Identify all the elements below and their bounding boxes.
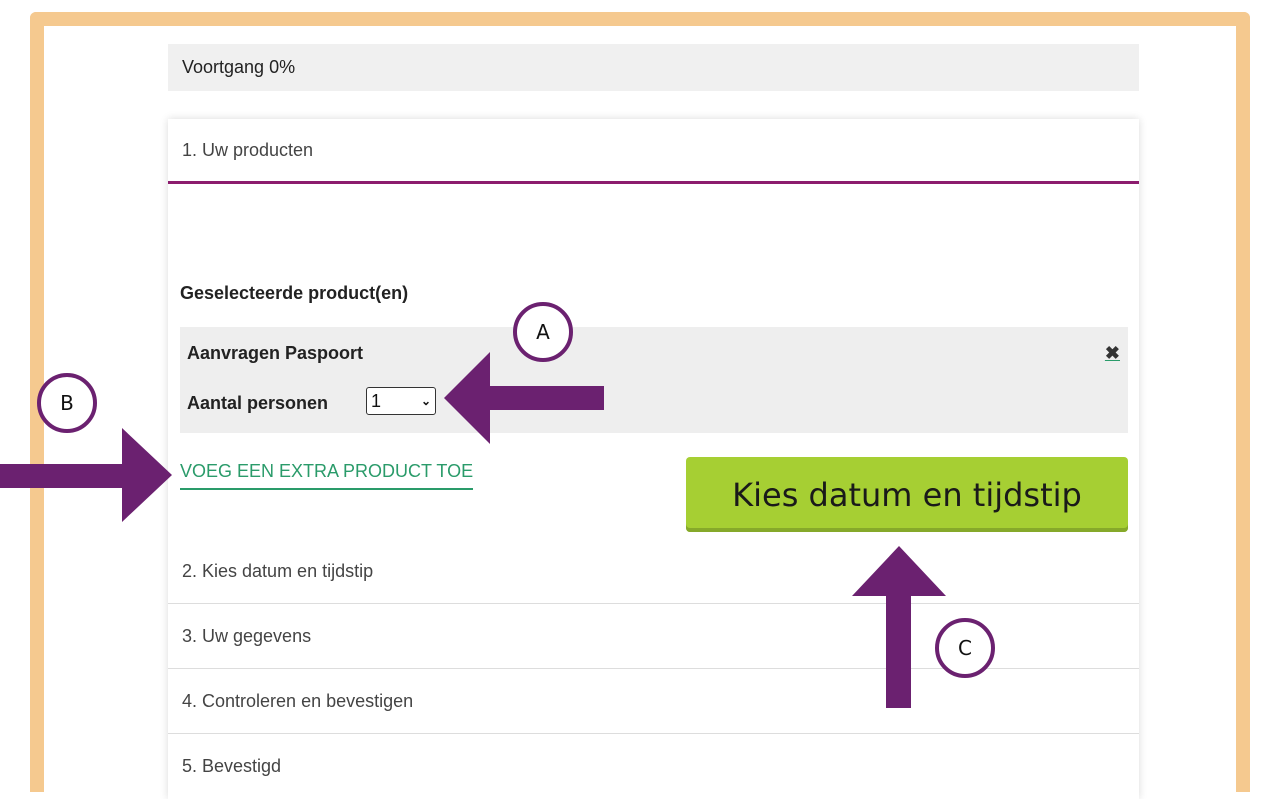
selected-product-item: Aanvragen Paspoort ✖ Aantal personen 1 ⌄ <box>180 327 1128 433</box>
step-5-label: 5. Bevestigd <box>182 756 282 776</box>
step-1-label: 1. Uw producten <box>182 139 314 160</box>
marker-c-label: C <box>958 636 972 660</box>
arrow-c-icon <box>852 546 946 708</box>
step-4-header[interactable]: 4. Controleren en bevestigen <box>168 669 1139 734</box>
progress-label: Voortgang 0% <box>182 57 296 77</box>
step-5-header[interactable]: 5. Bevestigd <box>168 734 1139 799</box>
product-name: Aanvragen Paspoort <box>187 343 364 363</box>
progress-bar: Voortgang 0% <box>168 44 1139 91</box>
step-3-header[interactable]: 3. Uw gegevens <box>168 604 1139 669</box>
chevron-down-icon: ⌄ <box>420 394 431 408</box>
persons-label: Aantal personen <box>187 393 329 413</box>
persons-select[interactable]: 1 ⌄ <box>366 387 436 415</box>
marker-c: C <box>935 618 995 678</box>
marker-b-label: B <box>60 391 74 415</box>
step-3-label: 3. Uw gegevens <box>182 625 312 646</box>
marker-b: B <box>37 373 97 433</box>
choose-date-time-button[interactable]: Kies datum en tijdstip <box>686 457 1128 532</box>
arrow-b-icon <box>0 428 172 522</box>
add-extra-product-link[interactable]: VOEG EEN EXTRA PRODUCT TOE <box>180 461 474 490</box>
step-2-header[interactable]: 2. Kies datum en tijdstip <box>168 539 1139 604</box>
step-4-label: 4. Controleren en bevestigen <box>182 690 414 711</box>
step-2-label: 2. Kies datum en tijdstip <box>182 560 374 581</box>
persons-select-value: 1 <box>371 390 382 411</box>
remove-product-icon[interactable]: ✖ <box>1105 343 1120 364</box>
arrow-a-icon <box>444 352 604 444</box>
marker-a: A <box>513 302 573 362</box>
booking-steps-card: 1. Uw producten Geselecteerde product(en… <box>168 119 1139 799</box>
marker-a-label: A <box>536 320 550 344</box>
step-1-header[interactable]: 1. Uw producten <box>168 119 1139 184</box>
selected-products-title: Geselecteerde product(en) <box>180 283 409 303</box>
